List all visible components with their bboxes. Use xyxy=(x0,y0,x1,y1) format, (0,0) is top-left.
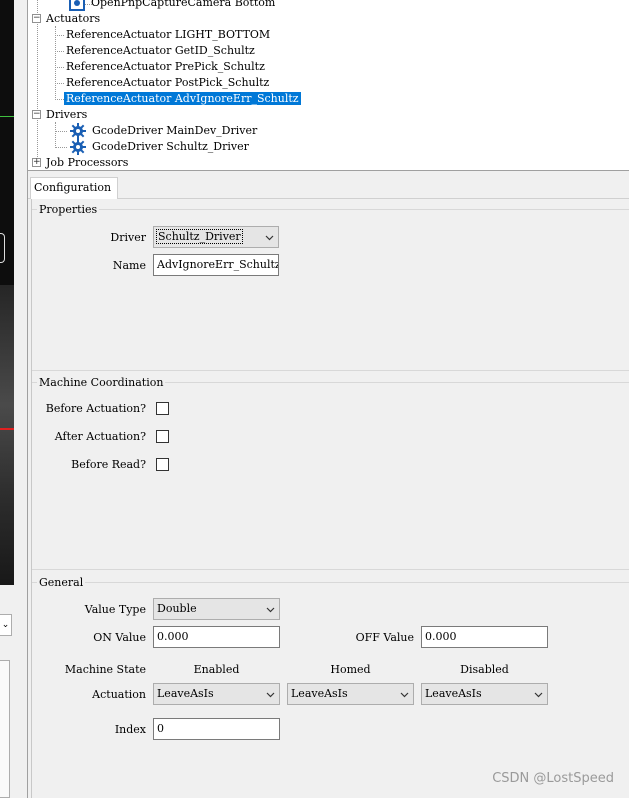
tree-item-actuator-advignoreerr[interactable]: ReferenceActuator AdvIgnoreErr_Schultz xyxy=(64,91,301,107)
chevron-down-icon xyxy=(534,692,543,698)
tree-item-label-selected: ReferenceActuator AdvIgnoreErr_Schultz xyxy=(64,92,301,105)
configuration-panel: Properties Driver Schultz_Driver Name Ad… xyxy=(31,199,629,798)
section-title: Properties xyxy=(37,203,100,216)
index-label: Index xyxy=(114,723,146,736)
tree-node-label: Drivers xyxy=(46,108,88,121)
off-value-label: OFF Value xyxy=(355,631,414,644)
tree-item-actuator-getid[interactable]: ReferenceActuator GetID_Schultz xyxy=(64,43,257,59)
on-value-label: ON Value xyxy=(93,631,146,644)
gear-icon xyxy=(70,139,86,155)
actuation-disabled-value: LeaveAsIs xyxy=(425,687,482,700)
tree-item-driver-maindev[interactable]: GcodeDriver MainDev_Driver xyxy=(70,123,259,139)
tree-item-actuator-prepick[interactable]: ReferenceActuator PrePick_Schultz xyxy=(64,59,267,75)
driver-label: Driver xyxy=(110,231,146,244)
col-header-disabled: Disabled xyxy=(460,663,509,676)
actuation-disabled-select[interactable]: LeaveAsIs xyxy=(421,683,548,705)
tree-node-label: Actuators xyxy=(46,12,101,25)
tab-configuration[interactable]: Configuration xyxy=(30,177,118,199)
before-read-checkbox[interactable] xyxy=(156,458,169,471)
camera-icon xyxy=(69,0,85,11)
chevron-down-icon xyxy=(265,235,274,241)
name-field[interactable]: AdvIgnoreErr_Schultz xyxy=(153,254,279,276)
actuation-label: Actuation xyxy=(92,688,146,701)
index-field[interactable]: 0 xyxy=(153,718,280,740)
off-value-field[interactable]: 0.000 xyxy=(421,626,548,648)
collapse-toggle-actuators[interactable]: − xyxy=(32,14,41,23)
tree-node-label: Job Processors xyxy=(46,156,129,169)
col-header-enabled: Enabled xyxy=(193,663,240,676)
tree-item-actuator-postpick[interactable]: ReferenceActuator PostPick_Schultz xyxy=(64,75,271,91)
on-value-field[interactable]: 0.000 xyxy=(153,626,280,648)
section-title: Machine Coordination xyxy=(37,376,166,389)
col-header-homed: Homed xyxy=(330,663,371,676)
tree-item-label: ReferenceActuator PostPick_Schultz xyxy=(66,76,270,89)
tree-item-label: GcodeDriver MainDev_Driver xyxy=(92,124,258,137)
tree-item-label: OpenPnpCaptureCamera Bottom xyxy=(91,0,276,9)
after-actuation-label: After Actuation? xyxy=(54,430,146,443)
machine-tree: OpenPnpCaptureCamera Bottom − Actuators … xyxy=(28,0,629,171)
config-tabbar: Configuration xyxy=(28,173,629,199)
driver-select-value: Schultz_Driver xyxy=(156,229,243,244)
splitter[interactable] xyxy=(14,0,28,798)
actuation-enabled-select[interactable]: LeaveAsIs xyxy=(153,683,280,705)
value-type-select[interactable]: Double xyxy=(153,598,280,620)
tree-item-driver-schultz[interactable]: GcodeDriver Schultz_Driver xyxy=(70,139,251,155)
camera-view xyxy=(0,0,14,585)
value-type-label: Value Type xyxy=(84,603,146,616)
camera-overlay-box xyxy=(0,233,5,263)
tree-item-label: GcodeDriver Schultz_Driver xyxy=(92,140,249,153)
value-type-value: Double xyxy=(157,602,197,615)
general-section: General Value Type Double ON Value 0.000… xyxy=(32,576,629,798)
chevron-down-icon xyxy=(266,607,275,613)
collapse-toggle-drivers[interactable]: − xyxy=(32,110,41,119)
tree-node-actuators[interactable]: Actuators xyxy=(44,11,102,27)
machine-coordination-section: Machine Coordination Before Actuation? A… xyxy=(32,376,629,570)
tree-item-label: ReferenceActuator LIGHT_BOTTOM xyxy=(66,28,271,41)
properties-section: Properties Driver Schultz_Driver Name Ad… xyxy=(32,203,629,371)
left-pane-dropdown[interactable]: ⌄ xyxy=(0,614,12,636)
actuation-homed-select[interactable]: LeaveAsIs xyxy=(287,683,414,705)
tree-item-bottom-camera[interactable]: OpenPnpCaptureCamera Bottom xyxy=(69,0,277,11)
tree-item-actuator-light-bottom[interactable]: ReferenceActuator LIGHT_BOTTOM xyxy=(64,27,272,43)
chevron-down-icon xyxy=(400,692,409,698)
name-label: Name xyxy=(112,259,146,272)
gear-icon xyxy=(70,123,86,139)
camera-image xyxy=(0,285,14,585)
left-pane-box xyxy=(0,660,10,798)
chevron-down-icon xyxy=(266,692,275,698)
section-title: General xyxy=(37,576,86,589)
watermark: CSDN @LostSpeed xyxy=(492,771,614,786)
tree-item-label: ReferenceActuator PrePick_Schultz xyxy=(66,60,265,73)
camera-reticle-line xyxy=(0,116,14,117)
tree-item-label: ReferenceActuator GetID_Schultz xyxy=(66,44,255,57)
machine-state-label: Machine State xyxy=(64,663,146,676)
actuation-enabled-value: LeaveAsIs xyxy=(157,687,214,700)
driver-select[interactable]: Schultz_Driver xyxy=(153,226,279,248)
before-read-label: Before Read? xyxy=(71,458,146,471)
before-actuation-label: Before Actuation? xyxy=(45,402,146,415)
tree-node-job-processors[interactable]: Job Processors xyxy=(44,155,130,170)
actuation-homed-value: LeaveAsIs xyxy=(291,687,348,700)
before-actuation-checkbox[interactable] xyxy=(156,402,169,415)
expand-toggle-job-processors[interactable]: + xyxy=(32,158,41,167)
tree-node-drivers[interactable]: Drivers xyxy=(44,107,89,123)
after-actuation-checkbox[interactable] xyxy=(156,430,169,443)
camera-crosshair-line xyxy=(0,428,14,430)
